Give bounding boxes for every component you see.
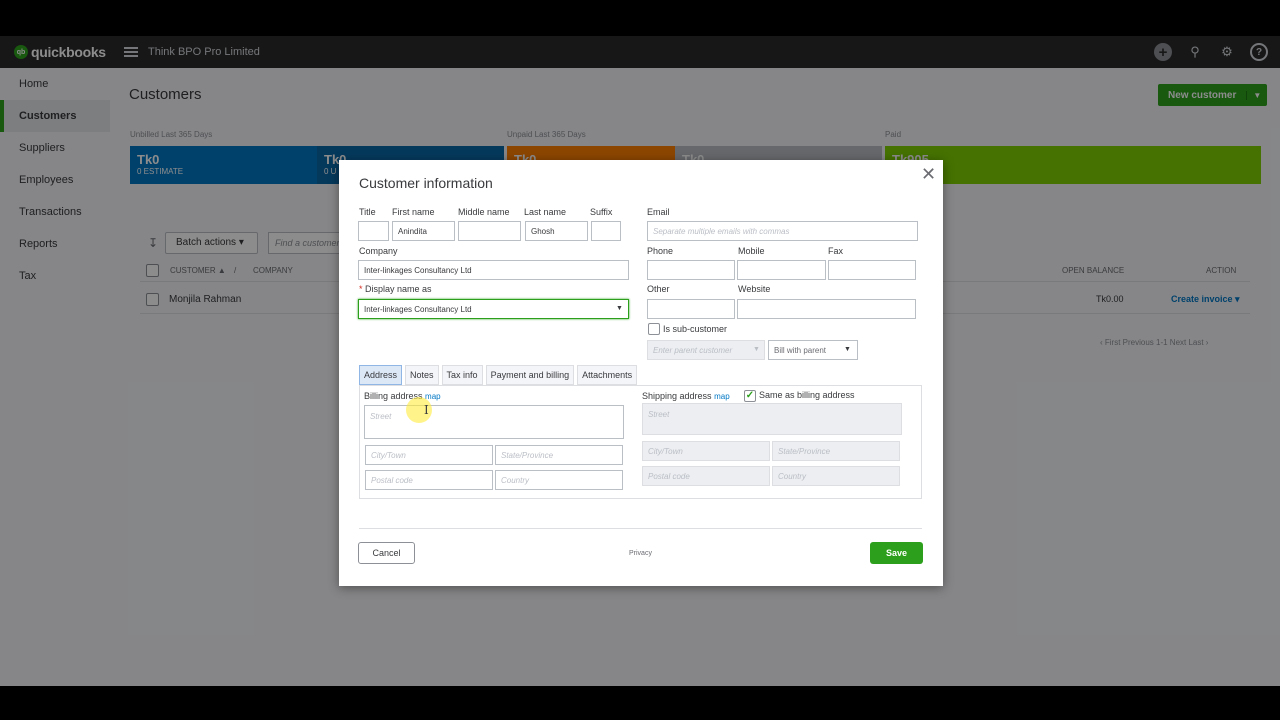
- display-name-label: * Display name as: [359, 284, 432, 294]
- other-input[interactable]: [647, 299, 735, 319]
- tab-tax-info[interactable]: Tax info: [441, 365, 483, 385]
- first-name-input[interactable]: Anindita: [392, 221, 455, 241]
- website-label: Website: [738, 284, 771, 294]
- shipping-postal-input: Postal code: [642, 466, 770, 486]
- last-name-input[interactable]: Ghosh: [525, 221, 588, 241]
- billing-country-input[interactable]: Country: [495, 470, 623, 490]
- chevron-down-icon: ▼: [753, 346, 760, 353]
- tab-payment-and-billing[interactable]: Payment and billing: [485, 365, 575, 385]
- same-as-billing-checkbox[interactable]: ✓: [744, 390, 756, 402]
- dialog-title: Customer information: [359, 175, 493, 191]
- mobile-input[interactable]: [737, 260, 826, 280]
- shipping-street-input: Street: [642, 403, 902, 435]
- fax-label: Fax: [828, 246, 844, 256]
- shipping-map-link[interactable]: map: [714, 392, 730, 401]
- shipping-address-text: Shipping address: [642, 391, 712, 401]
- shipping-city-input: City/Town: [642, 441, 770, 461]
- billing-address-label: Billing address map: [364, 391, 441, 401]
- shipping-state-input: State/Province: [772, 441, 900, 461]
- other-label: Other: [647, 284, 670, 294]
- middle-name-label: Middle name: [458, 207, 510, 217]
- fax-input[interactable]: [828, 260, 916, 280]
- sub-customer-checkbox[interactable]: [648, 323, 660, 335]
- cancel-button[interactable]: Cancel: [358, 542, 415, 564]
- tab-address[interactable]: Address: [359, 365, 403, 385]
- email-input[interactable]: Separate multiple emails with commas: [647, 221, 918, 241]
- middle-name-input[interactable]: [458, 221, 521, 241]
- customer-information-dialog: Customer information ✕ Title First name …: [339, 160, 943, 586]
- required-marker: *: [359, 284, 363, 294]
- billing-state-input[interactable]: State/Province: [495, 445, 623, 465]
- tab-attachments[interactable]: Attachments: [577, 365, 638, 385]
- chevron-down-icon[interactable]: ▼: [616, 305, 623, 312]
- customer-tabs: Address Notes Tax info Payment and billi…: [359, 365, 638, 385]
- same-as-billing-label: Same as billing address: [759, 390, 855, 400]
- phone-input[interactable]: [647, 260, 735, 280]
- parent-customer-select[interactable]: Enter parent customer: [647, 340, 765, 360]
- display-name-select[interactable]: Inter-linkages Consultancy Ltd: [358, 299, 629, 319]
- sub-customer-label: Is sub-customer: [663, 324, 728, 334]
- checkmark-icon: ✓: [745, 390, 755, 401]
- phone-label: Phone: [647, 246, 674, 256]
- billing-postal-input[interactable]: Postal code: [365, 470, 493, 490]
- title-label: Title: [359, 207, 376, 217]
- display-name-text: Display name as: [365, 284, 432, 294]
- close-icon[interactable]: ✕: [921, 164, 936, 185]
- footer-divider: [359, 528, 922, 529]
- billing-city-input[interactable]: City/Town: [365, 445, 493, 465]
- privacy-link[interactable]: Privacy: [629, 550, 652, 557]
- mobile-label: Mobile: [738, 246, 765, 256]
- chevron-down-icon[interactable]: ▼: [844, 346, 851, 353]
- billing-street-input[interactable]: Street: [364, 405, 624, 439]
- save-button[interactable]: Save: [870, 542, 923, 564]
- company-input[interactable]: Inter-linkages Consultancy Ltd: [358, 260, 629, 280]
- company-label: Company: [359, 246, 398, 256]
- suffix-input[interactable]: [591, 221, 621, 241]
- shipping-country-input: Country: [772, 466, 900, 486]
- suffix-label: Suffix: [590, 207, 613, 217]
- first-name-label: First name: [392, 207, 435, 217]
- shipping-address-label: Shipping address map: [642, 391, 730, 401]
- website-input[interactable]: [737, 299, 916, 319]
- title-input[interactable]: [358, 221, 389, 241]
- text-cursor-icon: I: [424, 403, 429, 417]
- email-label: Email: [647, 207, 670, 217]
- app-frame: qb quickbooks Think BPO Pro Limited + ⚲ …: [0, 36, 1280, 686]
- last-name-label: Last name: [524, 207, 567, 217]
- tab-notes[interactable]: Notes: [405, 365, 439, 385]
